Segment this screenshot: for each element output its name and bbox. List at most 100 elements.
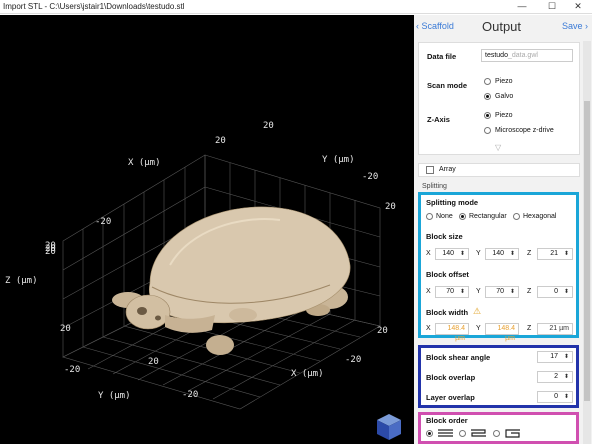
block-offset-x-value: 70 [446,288,454,295]
block-shear-angle-label: Block shear angle [426,353,491,362]
block-offset-z-input[interactable]: 0 ⬍ [537,286,573,298]
back-label: Scaffold [421,21,454,31]
tick-label: 20 [377,326,388,336]
x-axis-label-bottom: X (µm) [291,369,324,379]
scrollbar-thumb[interactable] [584,101,590,401]
minimize-button[interactable]: — [508,0,536,14]
save-label: Save [562,21,583,31]
block-overlap-input[interactable]: 2 ⬍ [537,371,573,383]
block-offset-z-value: 0 [554,288,558,295]
splitting-none-radio[interactable] [426,213,433,220]
view-cube-icon[interactable] [377,414,401,440]
tick-label: 20 [385,202,396,212]
tick-label: 20 [263,121,274,131]
array-label: Array [439,166,456,173]
block-order-serpentine-radio[interactable] [459,430,466,437]
page-title: Output [482,19,522,34]
spinner-icon[interactable]: ⬍ [564,393,569,402]
splitting-mode-label: Splitting mode [426,198,479,207]
splitting-hexagonal-radio[interactable] [513,213,520,220]
spinner-icon[interactable]: ⬍ [510,288,515,297]
axis-z-letter: Z [527,288,532,295]
block-order-spiral-radio[interactable] [493,430,500,437]
spinner-icon[interactable]: ⬍ [564,373,569,382]
block-order-label: Block order [426,416,468,425]
raster-order-icon [438,429,453,437]
y-axis-label-bottom: Y (µm) [98,391,131,401]
block-size-x-value: 140 [442,250,454,257]
spiral-order-icon [505,429,520,438]
block-size-x-input[interactable]: 140 ⬍ [435,248,469,260]
splitting-rectangular-radio[interactable] [459,213,466,220]
z-axis-label: Z-Axis [427,115,450,124]
data-file-label: Data file [427,52,457,61]
block-offset-x-input[interactable]: 70 ⬍ [435,286,469,298]
maximize-button[interactable]: ☐ [538,0,566,14]
tick-label: 20 [45,247,56,257]
block-size-y-input[interactable]: 140 ⬍ [485,248,519,260]
tick-label: -20 [362,172,378,182]
block-size-z-input[interactable]: 21 ⬍ [537,248,573,260]
data-file-suffix: _data.gwl [507,52,538,59]
z-axis-option: Microscope z-drive [495,127,554,134]
spinner-icon[interactable]: ⬍ [564,288,569,297]
axis-x-letter: X [426,325,431,332]
splitting-settings-group: Splitting mode None Rectangular Hexagona… [418,192,579,342]
data-file-value: testudo [485,52,508,59]
scan-mode-piezo-radio[interactable] [484,78,491,85]
tick-label: 20 [60,324,71,334]
block-overlap-label: Block overlap [426,373,476,382]
block-offset-y-input[interactable]: 70 ⬍ [485,286,519,298]
close-button[interactable]: ✕ [564,0,592,14]
stl-3d-viewport[interactable]: X (µm) Y (µm) Z (µm) X (µm) Y (µm) 20 20… [0,15,414,444]
array-row[interactable]: Array [418,163,580,177]
axis-x-letter: X [426,250,431,257]
block-offset-y-value: 70 [496,288,504,295]
block-size-y-value: 140 [492,250,504,257]
z-axis-microscope-radio[interactable] [484,127,491,134]
block-width-label: Block width [426,308,469,317]
data-file-input[interactable]: testudo_data.gwl [481,49,573,62]
block-order-group: Block order [418,412,579,444]
serpentine-order-icon [471,429,486,437]
block-size-z-value: 21 [550,250,558,257]
spinner-icon[interactable]: ⬍ [460,288,465,297]
splitting-header: Splitting [422,183,447,190]
spinner-icon[interactable]: ⬍ [564,353,569,362]
splitting-option: Hexagonal [523,213,557,220]
spinner-icon[interactable]: ⬍ [460,250,465,259]
block-order-raster-radio[interactable] [426,430,433,437]
scan-mode-option: Piezo [495,78,513,85]
turtle-model[interactable] [112,206,351,355]
viewport-scene: X (µm) Y (µm) Z (µm) X (µm) Y (µm) 20 20… [5,121,401,440]
tick-label: -20 [64,365,80,375]
save-button[interactable]: Save › [562,21,588,31]
layer-overlap-input[interactable]: 0 ⬍ [537,391,573,403]
tick-label: -20 [95,217,111,227]
x-axis-label-top: X (µm) [128,158,161,168]
spinner-icon[interactable]: ⬍ [564,250,569,259]
tick-label: -20 [182,390,198,400]
window-title: Import STL - C:\Users\jstair1\Downloads\… [3,2,185,11]
scan-mode-option: Galvo [495,93,514,100]
block-width-x-value: 148.4 µm [435,323,469,342]
block-shear-angle-input[interactable]: 17 ⬍ [537,351,573,363]
splitting-option: None [436,213,453,220]
spinner-icon[interactable]: ⬍ [510,250,515,259]
block-overlap-value: 2 [554,373,558,380]
scan-mode-label: Scan mode [427,81,468,90]
block-shear-overlap-group: Block shear angle 17 ⬍ Block overlap 2 ⬍ L… [418,345,579,408]
tick-label: -20 [345,355,361,365]
output-settings-card: Data file testudo_data.gwl Scan mode Pie… [418,42,580,155]
back-scaffold-button[interactable]: ‹ Scaffold [416,21,454,31]
z-axis-piezo-radio[interactable] [484,112,491,119]
panel-header: ‹ Scaffold Output Save › [414,15,592,41]
scan-mode-galvo-radio[interactable] [484,93,491,100]
block-width-y-value: 148.4 µm [485,323,519,342]
array-checkbox[interactable] [426,166,434,174]
axis-z-letter: Z [527,325,532,332]
expand-chevron-icon[interactable]: ▽ [495,143,501,152]
z-axis-label: Z (µm) [5,276,38,286]
panel-scrollbar[interactable] [583,41,591,444]
block-shear-angle-value: 17 [550,353,558,360]
